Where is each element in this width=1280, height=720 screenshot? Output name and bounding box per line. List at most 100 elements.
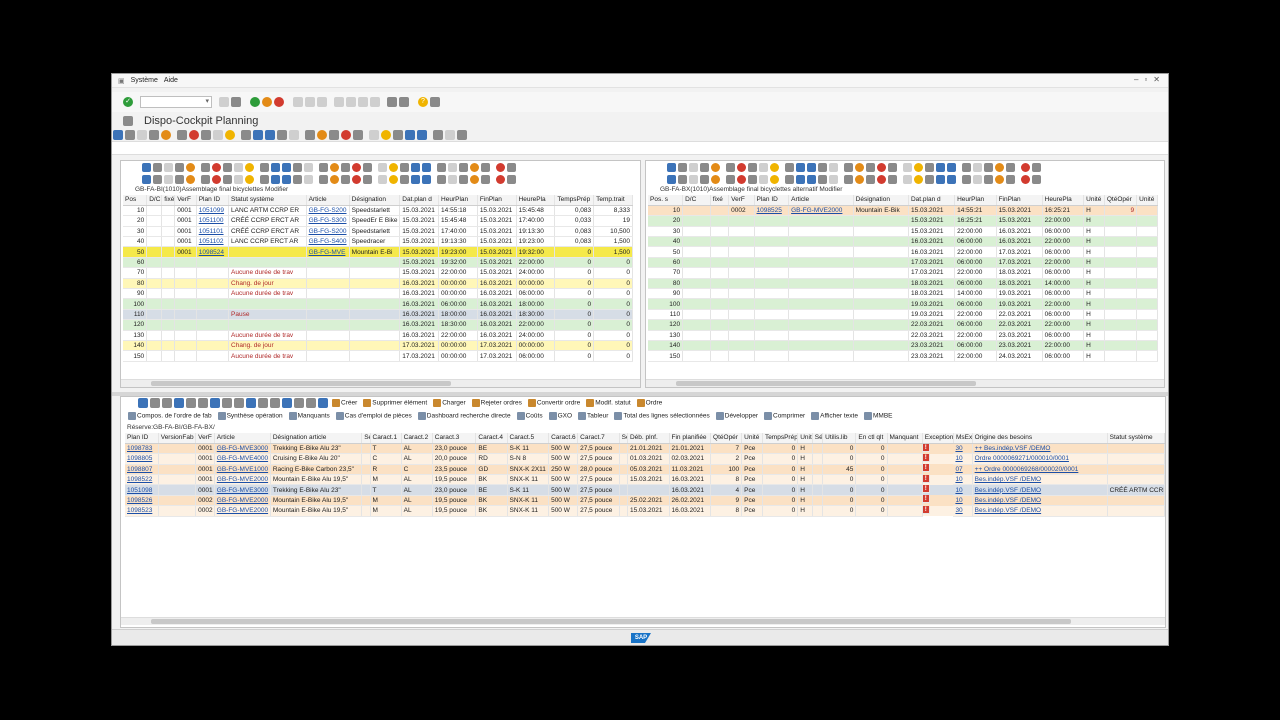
bottom-tool-8-icon[interactable] — [222, 398, 232, 408]
bottom-action-5[interactable]: Coûts — [516, 412, 543, 420]
left-tool-4-icon[interactable] — [175, 162, 184, 172]
bottom-action-10[interactable]: Comprimer — [764, 412, 805, 420]
left-tool-row2-23-icon[interactable] — [400, 174, 409, 184]
bottom-cell[interactable]: Bes.indép.VSF /DEMO — [972, 474, 1108, 486]
left-tool-11-icon[interactable] — [260, 162, 269, 172]
bottom-tool-13-icon[interactable] — [282, 398, 292, 408]
right-tool-row2-5-icon[interactable] — [711, 174, 720, 184]
left-cell[interactable]: 1051102 — [196, 236, 230, 248]
table-row[interactable]: 130 22.03.2021 22:00:00 23.03.2021 06:00:00 H — [648, 330, 1158, 341]
bottom-col-header-18[interactable]: TempsPrép — [762, 433, 799, 444]
bottom-cell[interactable]: Bes.indép.VSF /DEMO — [972, 495, 1108, 507]
bottom-cell[interactable]: GB-FG-MVE2000 — [214, 474, 271, 486]
bottom-col-header-5[interactable]: Sé — [361, 433, 371, 444]
left-tool-row2-16-icon[interactable] — [319, 174, 328, 184]
bottom-col-header-0[interactable]: Plan ID — [125, 433, 159, 444]
bottom-tool-4-icon[interactable] — [174, 398, 184, 408]
right-tool-8-icon[interactable] — [748, 162, 757, 172]
bottom-col-header-26[interactable]: Origine des besoins — [972, 433, 1108, 444]
right-tool-10-icon[interactable] — [770, 162, 779, 172]
table-row[interactable]: 140 23.03.2021 06:00:00 23.03.2021 22:00:00 H — [648, 340, 1158, 352]
left-tool-7-icon[interactable] — [212, 162, 221, 172]
left-tool-row2-6-icon[interactable] — [201, 174, 210, 184]
right-tool-16-icon[interactable] — [844, 162, 853, 172]
table-row[interactable]: 60 15.03.2021 19:32:00 15.03.2021 22:00:00 0 0 — [123, 257, 633, 269]
table-row[interactable]: 50 0001 1098524 GB-FG-MVE Mountain E-Bi 15.03… — [123, 246, 633, 258]
bottom-tool-1-icon[interactable] — [138, 398, 148, 408]
right-tool-6-icon[interactable] — [726, 162, 735, 172]
app-tool-15-icon[interactable] — [289, 130, 299, 140]
table-row[interactable]: 60 17.03.2021 06:00:00 17.03.2021 22:00:00 H — [648, 257, 1158, 269]
right-tool-row2-28-icon[interactable] — [984, 174, 993, 184]
help-icon[interactable]: ? — [418, 97, 428, 107]
bottom-col-header-9[interactable]: Caract.4 — [475, 433, 508, 444]
left-hscroll[interactable] — [121, 379, 640, 387]
left-tool-23-icon[interactable] — [400, 162, 409, 172]
app-tool-9-icon[interactable] — [213, 130, 223, 140]
right-tool-row2-13-icon[interactable] — [807, 174, 816, 184]
table-row[interactable]: 1098783 0001 GB-FG-MVE3000 Trekking E-Bike … — [125, 443, 1165, 455]
right-col-header-8[interactable]: HeurPlan — [954, 195, 997, 206]
right-col-header-12[interactable]: QtéOpér — [1104, 195, 1138, 206]
left-col-header-9[interactable]: HeurPlan — [438, 195, 478, 206]
left-tool-row2-14-icon[interactable] — [293, 174, 302, 184]
right-col-header-9[interactable]: FinPlan — [996, 195, 1043, 206]
right-tool-row2-27-icon[interactable] — [973, 174, 982, 184]
bottom-button-3[interactable]: Rejeter ordres — [471, 399, 522, 407]
left-tool-row2-10-icon[interactable] — [245, 174, 254, 184]
bottom-tool-6-icon[interactable] — [198, 398, 208, 408]
right-tool-13-icon[interactable] — [807, 162, 816, 172]
command-field[interactable] — [140, 96, 212, 108]
right-tool-14-icon[interactable] — [818, 162, 827, 172]
left-tool-14-icon[interactable] — [293, 162, 302, 172]
right-tool-2-icon[interactable] — [678, 162, 687, 172]
bottom-col-header-4[interactable]: Désignation article — [270, 433, 363, 444]
right-tool-18-icon[interactable] — [866, 162, 875, 172]
app-tool-26-icon[interactable] — [433, 130, 443, 140]
left-tool-24-icon[interactable] — [411, 162, 420, 172]
table-row[interactable]: 150 23.03.2021 22:00:00 24.03.2021 06:00:00 H — [648, 350, 1158, 362]
right-tool-3-icon[interactable] — [689, 162, 698, 172]
left-tool-12-icon[interactable] — [271, 162, 280, 172]
table-row[interactable]: 1098523 0002 GB-FG-MVE2000 Mountain E-Bike … — [125, 505, 1165, 517]
table-row[interactable]: 120 16.03.2021 18:30:00 16.03.2021 22:00:00 0… — [123, 319, 633, 331]
app-tool-24-icon[interactable] — [405, 130, 415, 140]
table-row[interactable]: 1051098 0001 GB-FG-MVE3000 Trekking E-Bike … — [125, 484, 1165, 496]
left-tool-21-icon[interactable] — [378, 162, 387, 172]
left-tool-row2-2-icon[interactable] — [153, 174, 162, 184]
app-tool-11-icon[interactable] — [241, 130, 251, 140]
bottom-cell[interactable]: Ordre 0000069271/000010/0001 — [972, 453, 1108, 465]
table-row[interactable]: 150 Aucune durée de trav 17.03.2021 00:00:0… — [123, 350, 633, 362]
left-cell[interactable]: 1051100 — [196, 215, 230, 227]
bottom-cell[interactable]: GB-FG-MVE3000 — [214, 484, 271, 496]
bottom-cell[interactable]: ++ Ordre 0000069268/000020/0001 — [972, 464, 1108, 476]
right-col-header-1[interactable]: D/C — [682, 195, 711, 206]
cancel-icon[interactable] — [274, 97, 284, 107]
right-tool-row2-22-icon[interactable] — [914, 174, 923, 184]
app-tool-17-icon[interactable] — [317, 130, 327, 140]
left-tool-15-icon[interactable] — [304, 162, 313, 172]
right-tool-row2-8-icon[interactable] — [748, 174, 757, 184]
right-tool-row2-10-icon[interactable] — [770, 174, 779, 184]
right-tool-9-icon[interactable] — [759, 162, 768, 172]
bottom-tool-2-icon[interactable] — [150, 398, 160, 408]
app-tool-7-icon[interactable] — [189, 130, 199, 140]
app-tool-22-icon[interactable] — [381, 130, 391, 140]
first-page-icon[interactable] — [334, 97, 344, 107]
bottom-cell[interactable]: ++ Bes.indép.VSF /DEMO — [972, 443, 1108, 455]
bottom-col-header-8[interactable]: Caract.3 — [432, 433, 477, 444]
right-tool-row2-24-icon[interactable] — [936, 174, 945, 184]
left-cell[interactable]: 1051101 — [196, 226, 230, 238]
left-tool-row2-24-icon[interactable] — [411, 174, 420, 184]
table-row[interactable]: 1098805 0001 GB-FG-MVE4000 Cruising E-Bike … — [125, 453, 1165, 465]
right-col-header-13[interactable]: Unité — [1136, 195, 1158, 206]
left-cell[interactable]: GB-FG-S200 — [306, 226, 350, 238]
bottom-col-header-10[interactable]: Caract.5 — [507, 433, 550, 444]
next-page-icon[interactable] — [358, 97, 368, 107]
right-cell[interactable]: 1098525 — [754, 205, 790, 217]
bottom-cell[interactable]: 1098523 — [125, 505, 159, 517]
bottom-tool-14-icon[interactable] — [294, 398, 304, 408]
app-tool-16-icon[interactable] — [305, 130, 315, 140]
bottom-tool-11-icon[interactable] — [258, 398, 268, 408]
left-tool-19-icon[interactable] — [352, 162, 361, 172]
